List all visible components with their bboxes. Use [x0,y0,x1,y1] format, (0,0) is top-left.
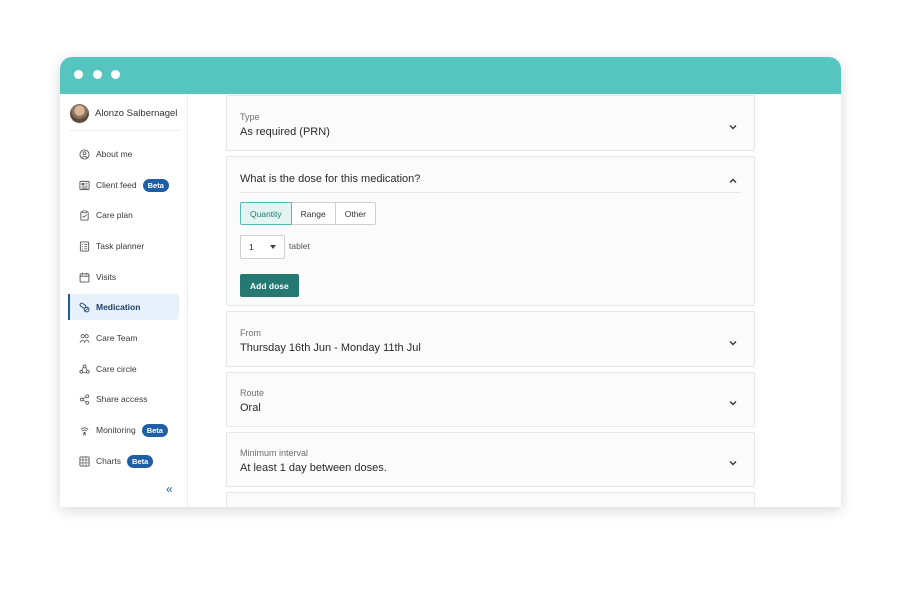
type-field[interactable]: Type As required (PRN) [226,95,755,151]
sidebar-item-label: Care Team [96,333,138,343]
window-dot[interactable] [74,70,83,79]
range-option[interactable]: Range [290,202,336,225]
sidebar-item-charts[interactable]: Charts Beta [69,448,179,474]
checklist-icon [79,240,90,252]
newspaper-icon [79,180,90,191]
main-content: Type As required (PRN) What is the dose … [189,94,841,507]
next-field[interactable] [226,492,755,507]
team-icon [79,333,90,344]
quantity-value: 1 [249,242,254,252]
user-profile[interactable]: Alonzo Salbernagel [70,102,177,124]
field-label: Minimum interval [240,448,309,458]
field-label: Route [240,388,265,398]
monitoring-icon [79,425,90,436]
chevron-down-icon[interactable] [728,119,738,130]
window-titlebar [60,57,841,94]
pills-icon [79,302,90,313]
app-window: Alonzo Salbernagel About me Client feed … [60,57,841,507]
from-field[interactable]: From Thursday 16th Jun - Monday 11th Jul [226,311,755,367]
chevron-down-icon[interactable] [728,455,738,466]
sidebar-item-label: Client feed [96,180,137,190]
add-dose-button[interactable]: Add dose [240,274,299,297]
share-icon [79,393,90,405]
chevron-down-icon[interactable] [728,395,738,406]
field-label: Type [240,112,260,122]
sidebar-item-label: Care circle [96,364,137,374]
window-dot[interactable] [111,70,120,79]
sidebar-item-monitoring[interactable]: Monitoring Beta [69,417,179,443]
sidebar-item-task-planner[interactable]: Task planner [69,233,179,259]
caret-down-icon [270,245,276,249]
clipboard-icon [79,210,90,221]
beta-badge: Beta [127,454,154,468]
chart-icon [79,455,90,467]
sidebar-item-label: Care plan [96,210,133,220]
sidebar-item-label: Medication [96,302,141,312]
sidebar-item-care-plan[interactable]: Care plan [69,202,179,228]
dose-question: What is the dose for this medication? [240,173,421,185]
double-chevron-left-icon[interactable]: « [166,482,173,496]
user-name: Alonzo Salbernagel [95,107,178,119]
field-value: As required (PRN) [240,126,330,138]
calendar-icon [79,272,90,283]
field-value: Thursday 16th Jun - Monday 11th Jul [240,342,421,354]
beta-badge: Beta [141,423,168,437]
sidebar-item-visits[interactable]: Visits [69,264,179,290]
sidebar-item-about-me[interactable]: About me [69,141,179,167]
sidebar-item-label: Share access [96,394,148,404]
dose-type-toggle: Quantity Range Other [240,202,376,225]
sidebar-item-label: Visits [96,272,117,282]
sidebar-item-medication[interactable]: Medication [68,294,179,320]
divider [240,192,741,193]
divider [70,130,180,131]
sidebar-item-label: Monitoring [96,425,136,435]
sidebar-item-care-team[interactable]: Care Team [69,325,179,351]
sidebar-item-label: Charts [96,456,122,466]
sidebar: Alonzo Salbernagel About me Client feed … [60,94,188,507]
field-label: From [240,328,261,338]
person-circle-icon [79,148,90,160]
dose-panel: What is the dose for this medication? Qu… [226,156,755,306]
quantity-select[interactable]: 1 [240,235,285,259]
beta-badge: Beta [142,178,169,192]
field-value: Oral [240,402,261,414]
unit-label: tablet [289,241,310,251]
sidebar-item-client-feed[interactable]: Client feed Beta [69,172,179,198]
field-value: At least 1 day between doses. [240,462,387,474]
route-field[interactable]: Route Oral [226,372,755,427]
quantity-option[interactable]: Quantity [240,202,292,225]
avatar [70,103,89,123]
circle-people-icon [79,364,90,375]
minimum-interval-field[interactable]: Minimum interval At least 1 day between … [226,432,755,487]
chevron-down-icon[interactable] [728,335,738,346]
chevron-up-icon[interactable] [728,173,738,183]
other-option[interactable]: Other [334,202,376,225]
sidebar-item-share-access[interactable]: Share access [69,386,179,412]
sidebar-item-label: About me [96,149,133,159]
window-dot[interactable] [93,70,102,79]
sidebar-item-care-circle[interactable]: Care circle [69,356,179,382]
sidebar-item-label: Task planner [96,241,145,251]
